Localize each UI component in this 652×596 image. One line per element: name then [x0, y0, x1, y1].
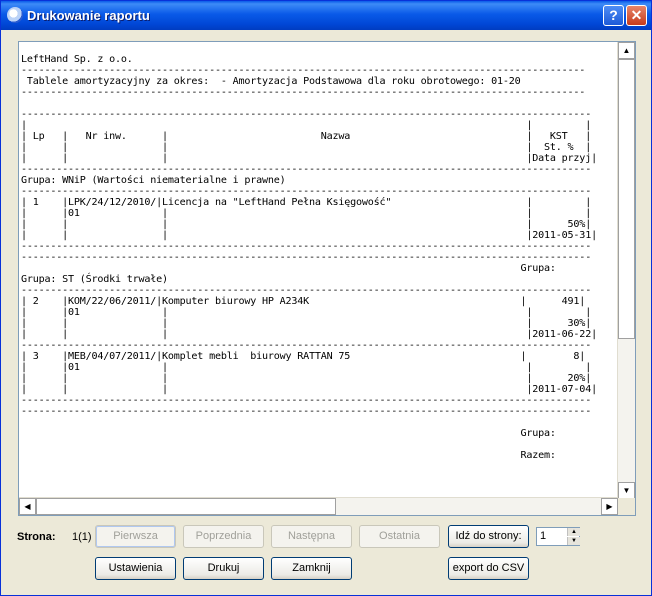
page-number-spinner[interactable]: 1 ▲ ▼ — [536, 527, 580, 546]
report-line: ----------------------------------------… — [21, 87, 586, 98]
report-line: ----------------------------------------… — [21, 285, 592, 296]
report-line: | | | — [21, 120, 592, 131]
report-line: Tablele amortyzacyjny za okres: - Amorty… — [21, 76, 521, 87]
spin-up-icon[interactable]: ▲ — [567, 528, 580, 536]
report-document: LeftHand Sp. z o.o. --------------------… — [21, 54, 619, 500]
scroll-down-icon[interactable]: ▼ — [618, 482, 635, 499]
report-line: | | | |Data przyj| — [21, 153, 597, 164]
export-csv-button[interactable]: export do CSV — [448, 557, 529, 580]
report-line: | 3 |MEB/04/07/2011/|Komplet mebli biuro… — [21, 351, 586, 362]
page-label: Strona: — [17, 531, 56, 543]
report-line: ----------------------------------------… — [21, 406, 592, 417]
report-line: ----------------------------------------… — [21, 164, 592, 175]
scroll-right-icon[interactable]: ▶ — [601, 498, 618, 515]
report-line: | 2 |KOM/22/06/2011/|Komputer biurowy HP… — [21, 296, 586, 307]
last-page-button[interactable]: Ostatnia — [359, 525, 440, 548]
spinner-buttons: ▲ ▼ — [567, 528, 580, 545]
report-line: | |01 | | | — [21, 362, 592, 373]
report-line: ----------------------------------------… — [21, 109, 592, 120]
close-button[interactable]: Zamknij — [271, 557, 352, 580]
report-line: ----------------------------------------… — [21, 65, 586, 76]
report-line: | Lp | Nr inw. | Nazwa | KST | — [21, 131, 592, 142]
previous-page-button[interactable]: Poprzednia — [183, 525, 264, 548]
print-report-dialog: Drukowanie raportu ? ✕ LeftHand Sp. z o.… — [0, 0, 652, 596]
report-line: | | | | 20%| — [21, 373, 592, 384]
report-line: ----------------------------------------… — [21, 340, 592, 351]
report-line: Grupa: — [21, 428, 556, 439]
report-line: LeftHand Sp. z o.o. — [21, 54, 133, 65]
title-bar[interactable]: Drukowanie raportu ? ✕ — [1, 1, 651, 30]
spin-down-icon[interactable]: ▼ — [567, 537, 580, 545]
report-line: Razem: — [21, 450, 556, 461]
report-line: ----------------------------------------… — [21, 186, 592, 197]
report-line: ----------------------------------------… — [21, 241, 592, 252]
scroll-left-icon[interactable]: ◀ — [19, 498, 36, 515]
horizontal-scrollbar[interactable]: ◀ ▶ — [19, 497, 618, 515]
report-line: | 1 |LPK/24/12/2010/|Licencja na "LeftHa… — [21, 197, 592, 208]
report-line: | | | | 50%| — [21, 219, 592, 230]
help-button[interactable]: ? — [603, 5, 624, 26]
report-line: | | | |2011-05-31| — [21, 230, 597, 241]
vertical-scroll-thumb[interactable] — [618, 59, 635, 339]
print-button[interactable]: Drukuj — [183, 557, 264, 580]
close-window-button[interactable]: ✕ — [626, 5, 647, 26]
goto-page-button[interactable]: Idź do strony: — [448, 525, 529, 548]
vertical-scrollbar[interactable]: ▲ ▼ — [617, 42, 635, 499]
report-line: ----------------------------------------… — [21, 252, 592, 263]
page-number-input[interactable]: 1 — [540, 530, 546, 542]
horizontal-scroll-thumb[interactable] — [36, 498, 336, 515]
next-page-button[interactable]: Następna — [271, 525, 352, 548]
report-text: LeftHand Sp. z o.o. --------------------… — [21, 54, 619, 461]
report-line: ----------------------------------------… — [21, 395, 592, 406]
window-title: Drukowanie raportu — [27, 8, 150, 23]
report-line: | | | | 30%| — [21, 318, 592, 329]
report-line: | | | |2011-07-04| — [21, 384, 597, 395]
report-line: | | | | St. % | — [21, 142, 592, 153]
scroll-up-icon[interactable]: ▲ — [618, 42, 635, 59]
report-preview[interactable]: LeftHand Sp. z o.o. --------------------… — [18, 41, 636, 516]
report-line: | |01 | | | — [21, 307, 592, 318]
report-line: Grupa: ST (Środki trwałe) — [21, 274, 168, 285]
first-page-button[interactable]: Pierwsza — [95, 525, 176, 548]
app-icon — [7, 7, 23, 23]
page-indicator: 1(1) — [72, 531, 92, 543]
report-line: Grupa: WNiP (Wartości niematerialne i pr… — [21, 175, 286, 186]
report-line: | | | |2011-06-22| — [21, 329, 597, 340]
report-line: | |01 | | | — [21, 208, 592, 219]
settings-button[interactable]: Ustawienia — [95, 557, 176, 580]
report-line: Grupa: — [21, 263, 556, 274]
scroll-corner — [618, 498, 635, 515]
